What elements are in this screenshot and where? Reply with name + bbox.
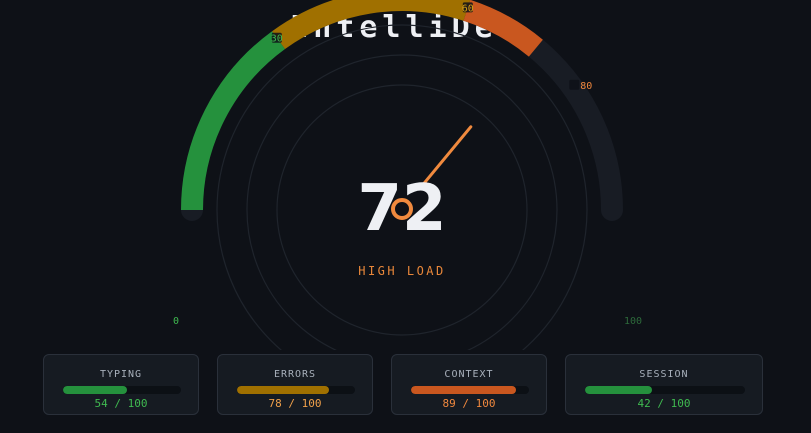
metric-progress-fill [585,386,653,394]
gauge-scale-label: 60 [462,3,474,14]
gauge-scale-label: 100 [624,316,642,327]
metric-card-label: CONTEXT [444,369,494,380]
metric-card-value: 89 / 100 [442,397,496,410]
metric-progress-fill [411,386,517,394]
gauge-zone-segment [272,0,471,50]
metric-card-value: 54 / 100 [94,397,148,410]
metric-progress-fill [63,386,127,394]
metric-card-value: 42 / 100 [637,397,691,410]
gauge-scale-label: 30 [271,34,283,45]
gauge-scale-label: 80 [580,81,592,92]
metric-progress-track [585,386,745,394]
metric-card-label: TYPING [99,369,143,380]
metric-card-context: CONTEXT 89 / 100 [391,354,547,415]
metric-card-typing: TYPING 54 / 100 [43,354,199,415]
metric-progress-track [63,386,181,394]
metric-card-session: SESSION 42 / 100 [565,354,763,415]
metric-card-value: 78 / 100 [268,397,322,410]
gauge-zone-segment [181,31,286,211]
metric-card-label: ERRORS [273,369,317,380]
metric-card-errors: ERRORS 78 / 100 [217,354,373,415]
metric-progress-fill [237,386,330,394]
gauge-value: 72 [357,172,446,246]
gauge-zone-segment [463,0,543,57]
gauge-tick-marker [569,79,580,90]
gauge-scale-label: 0 [173,316,179,327]
metric-card-label: SESSION [639,369,689,380]
load-gauge: 0 30 60 80 100 72 HIGH LOAD [173,0,642,350]
gauge-scale-labels: 0 30 60 80 100 [173,2,642,327]
metric-progress-track [237,386,355,394]
gauge-status-label: HIGH LOAD [358,264,446,278]
metric-progress-track [411,386,529,394]
